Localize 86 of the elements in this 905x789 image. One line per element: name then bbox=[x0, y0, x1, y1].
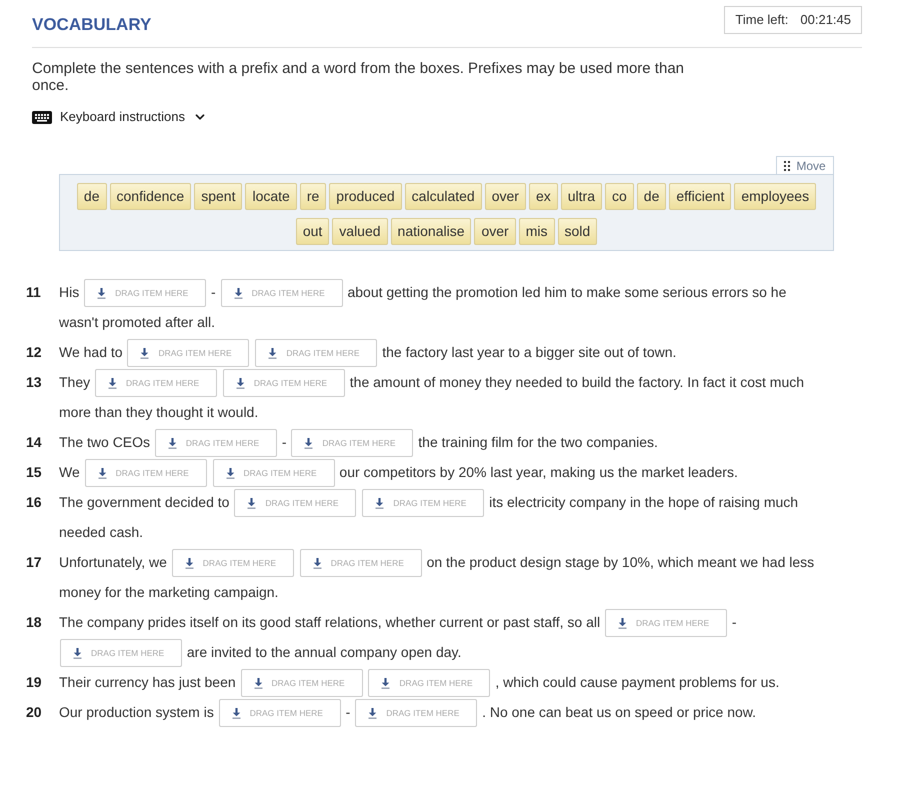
sentence-text: its electricity company in the hope of raising much bbox=[489, 494, 798, 510]
sentence-text: the training film for the two companies. bbox=[418, 434, 658, 450]
word-tile[interactable]: re bbox=[300, 183, 326, 210]
question-number: 18 bbox=[26, 613, 43, 632]
move-handle[interactable]: Move bbox=[776, 156, 834, 174]
sentence-text: - bbox=[732, 614, 737, 630]
word-tile[interactable]: locate bbox=[245, 183, 297, 210]
word-tile[interactable]: sold bbox=[558, 218, 598, 245]
download-arrow-icon bbox=[168, 438, 177, 449]
sentence-text: We bbox=[59, 464, 80, 480]
sentence-text: The two CEOs bbox=[59, 434, 150, 450]
question-number: 15 bbox=[26, 463, 43, 482]
word-tile[interactable]: co bbox=[604, 183, 634, 210]
sentence-text: Our production system is bbox=[59, 704, 214, 720]
question-number: 20 bbox=[26, 703, 43, 722]
download-arrow-icon bbox=[140, 348, 150, 359]
word-tile[interactable]: mis bbox=[518, 218, 554, 245]
sentence-text: our competitors by 20% last year, making us the market leaders. bbox=[339, 464, 738, 480]
download-arrow-icon bbox=[304, 438, 314, 449]
sentence-text: Unfortunately, we bbox=[59, 554, 167, 570]
download-arrow-icon bbox=[226, 468, 235, 479]
download-arrow-icon bbox=[97, 288, 106, 299]
word-tile[interactable]: over bbox=[484, 183, 526, 210]
download-arrow-icon bbox=[375, 498, 384, 509]
instructions-text: Complete the sentences with a prefix and a word from the boxes. Prefixes may be used more than once. bbox=[32, 60, 686, 94]
download-arrow-icon bbox=[312, 558, 322, 569]
grip-icon bbox=[784, 160, 790, 170]
sentence-text: , which could cause payment problems for us. bbox=[495, 674, 780, 690]
timer-value: 00:21:45 bbox=[800, 11, 851, 30]
sentence-text: The government decided to bbox=[59, 494, 230, 510]
download-arrow-icon bbox=[381, 678, 390, 689]
word-tile[interactable]: efficient bbox=[669, 183, 732, 210]
download-arrow-icon bbox=[247, 498, 256, 509]
sentence-text: His bbox=[59, 284, 80, 300]
sentence-text: The company prides itself on its good staff relations, whether current or past staff, so all bbox=[59, 614, 600, 630]
word-tile[interactable]: ex bbox=[528, 183, 558, 210]
word-tile[interactable]: valued bbox=[332, 218, 388, 245]
word-tile[interactable]: de bbox=[636, 183, 666, 210]
sentence-text: needed cash. bbox=[59, 524, 144, 540]
question-number: 17 bbox=[26, 553, 43, 572]
sentence-text: - bbox=[346, 704, 350, 720]
download-arrow-icon bbox=[108, 378, 118, 389]
word-tile[interactable]: calculated bbox=[404, 183, 482, 210]
download-arrow-icon bbox=[73, 648, 82, 659]
sentence-text: about getting the promotion led him to make some serious errors so he bbox=[347, 284, 786, 300]
download-arrow-icon bbox=[232, 708, 241, 719]
word-tile[interactable]: de bbox=[76, 183, 106, 210]
section-title: VOCABULARY bbox=[32, 14, 152, 36]
sentence-text: money for the marketing campaign. bbox=[59, 584, 278, 600]
word-tile[interactable]: ultra bbox=[560, 183, 602, 210]
sentence-text: the amount of money they needed to build the factory. In fact it cost much bbox=[350, 374, 804, 390]
sentence-text: on the product design stage by 10%, which meant we had less bbox=[426, 554, 814, 570]
question-number: 19 bbox=[26, 673, 43, 692]
question-number: 11 bbox=[26, 283, 42, 302]
word-tile[interactable]: over bbox=[474, 218, 516, 245]
download-arrow-icon bbox=[254, 678, 263, 689]
word-tile[interactable]: produced bbox=[329, 183, 402, 210]
download-arrow-icon bbox=[234, 288, 243, 299]
word-tile[interactable]: confidence bbox=[110, 183, 192, 210]
sentence-text: are invited to the annual company open day. bbox=[186, 644, 462, 660]
sentence-text: They bbox=[59, 374, 90, 390]
word-tile[interactable]: employees bbox=[734, 183, 816, 210]
sentence-text: wasn't promoted after all. bbox=[59, 314, 215, 330]
question-number: 12 bbox=[26, 343, 43, 362]
question-number: 16 bbox=[26, 493, 43, 512]
sentence-text: Their currency has just been bbox=[59, 674, 236, 690]
sentence-text: - bbox=[211, 284, 216, 300]
keyboard-instructions-toggle[interactable]: Keyboard instructions bbox=[32, 108, 208, 126]
download-arrow-icon bbox=[368, 708, 378, 719]
sentence-text: - bbox=[282, 434, 286, 450]
download-arrow-icon bbox=[98, 468, 107, 479]
sentence-text: We had to bbox=[59, 344, 123, 360]
question-number: 14 bbox=[26, 433, 43, 452]
download-arrow-icon bbox=[184, 558, 194, 569]
sentence-text: . No one can beat us on speed or price now. bbox=[482, 704, 756, 720]
download-arrow-icon bbox=[236, 378, 245, 389]
timer-label: Time left: bbox=[735, 11, 788, 30]
sentence-text: the factory last year to a bigger site out of town. bbox=[382, 344, 676, 360]
download-arrow-icon bbox=[618, 618, 627, 629]
word-tile[interactable]: out bbox=[296, 218, 330, 245]
word-tile[interactable]: nationalise bbox=[390, 218, 472, 245]
sentence-text: more than they thought it would. bbox=[59, 404, 258, 420]
download-arrow-icon bbox=[268, 348, 278, 359]
keyboard-icon bbox=[32, 110, 52, 124]
word-tile[interactable]: spent bbox=[194, 183, 242, 210]
question-number: 13 bbox=[26, 373, 43, 392]
